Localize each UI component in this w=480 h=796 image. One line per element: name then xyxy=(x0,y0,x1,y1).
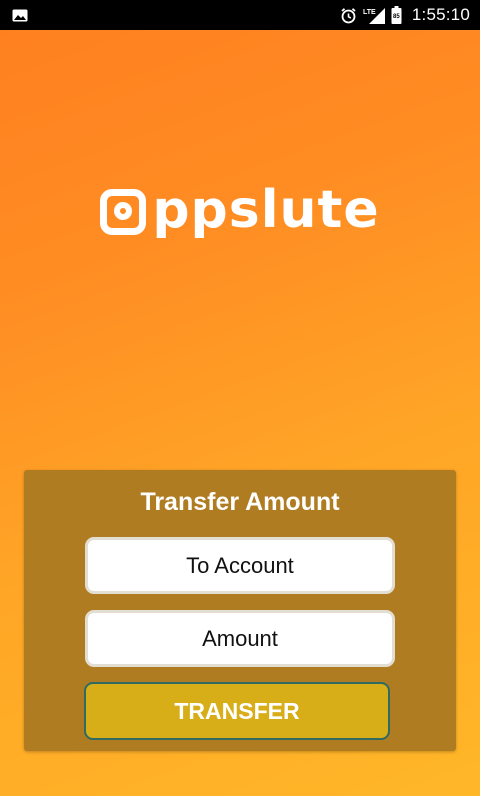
to-account-input[interactable] xyxy=(85,537,395,594)
status-bar: LTE 85 1:55:10 xyxy=(0,0,480,30)
svg-text:85: 85 xyxy=(393,14,400,20)
image-icon xyxy=(12,9,28,22)
app-logo: ppslute xyxy=(0,184,480,236)
card-title: Transfer Amount xyxy=(140,488,340,516)
transfer-card: Transfer Amount TRANSFER xyxy=(24,470,456,751)
status-right: LTE 85 1:55:10 xyxy=(340,5,470,25)
alarm-icon xyxy=(340,7,357,24)
signal-icon: LTE xyxy=(363,7,385,24)
status-time: 1:55:10 xyxy=(411,5,470,24)
app-screen: LTE 85 1:55:10 ppslute Transfer Amount T… xyxy=(0,0,480,796)
transfer-button[interactable]: TRANSFER xyxy=(84,682,390,740)
logo-a-icon xyxy=(100,189,147,235)
amount-input[interactable] xyxy=(85,610,395,667)
battery-icon: 85 xyxy=(391,6,402,24)
logo-text: ppslute xyxy=(152,180,380,240)
status-left xyxy=(12,9,28,22)
network-label: LTE xyxy=(363,9,376,16)
